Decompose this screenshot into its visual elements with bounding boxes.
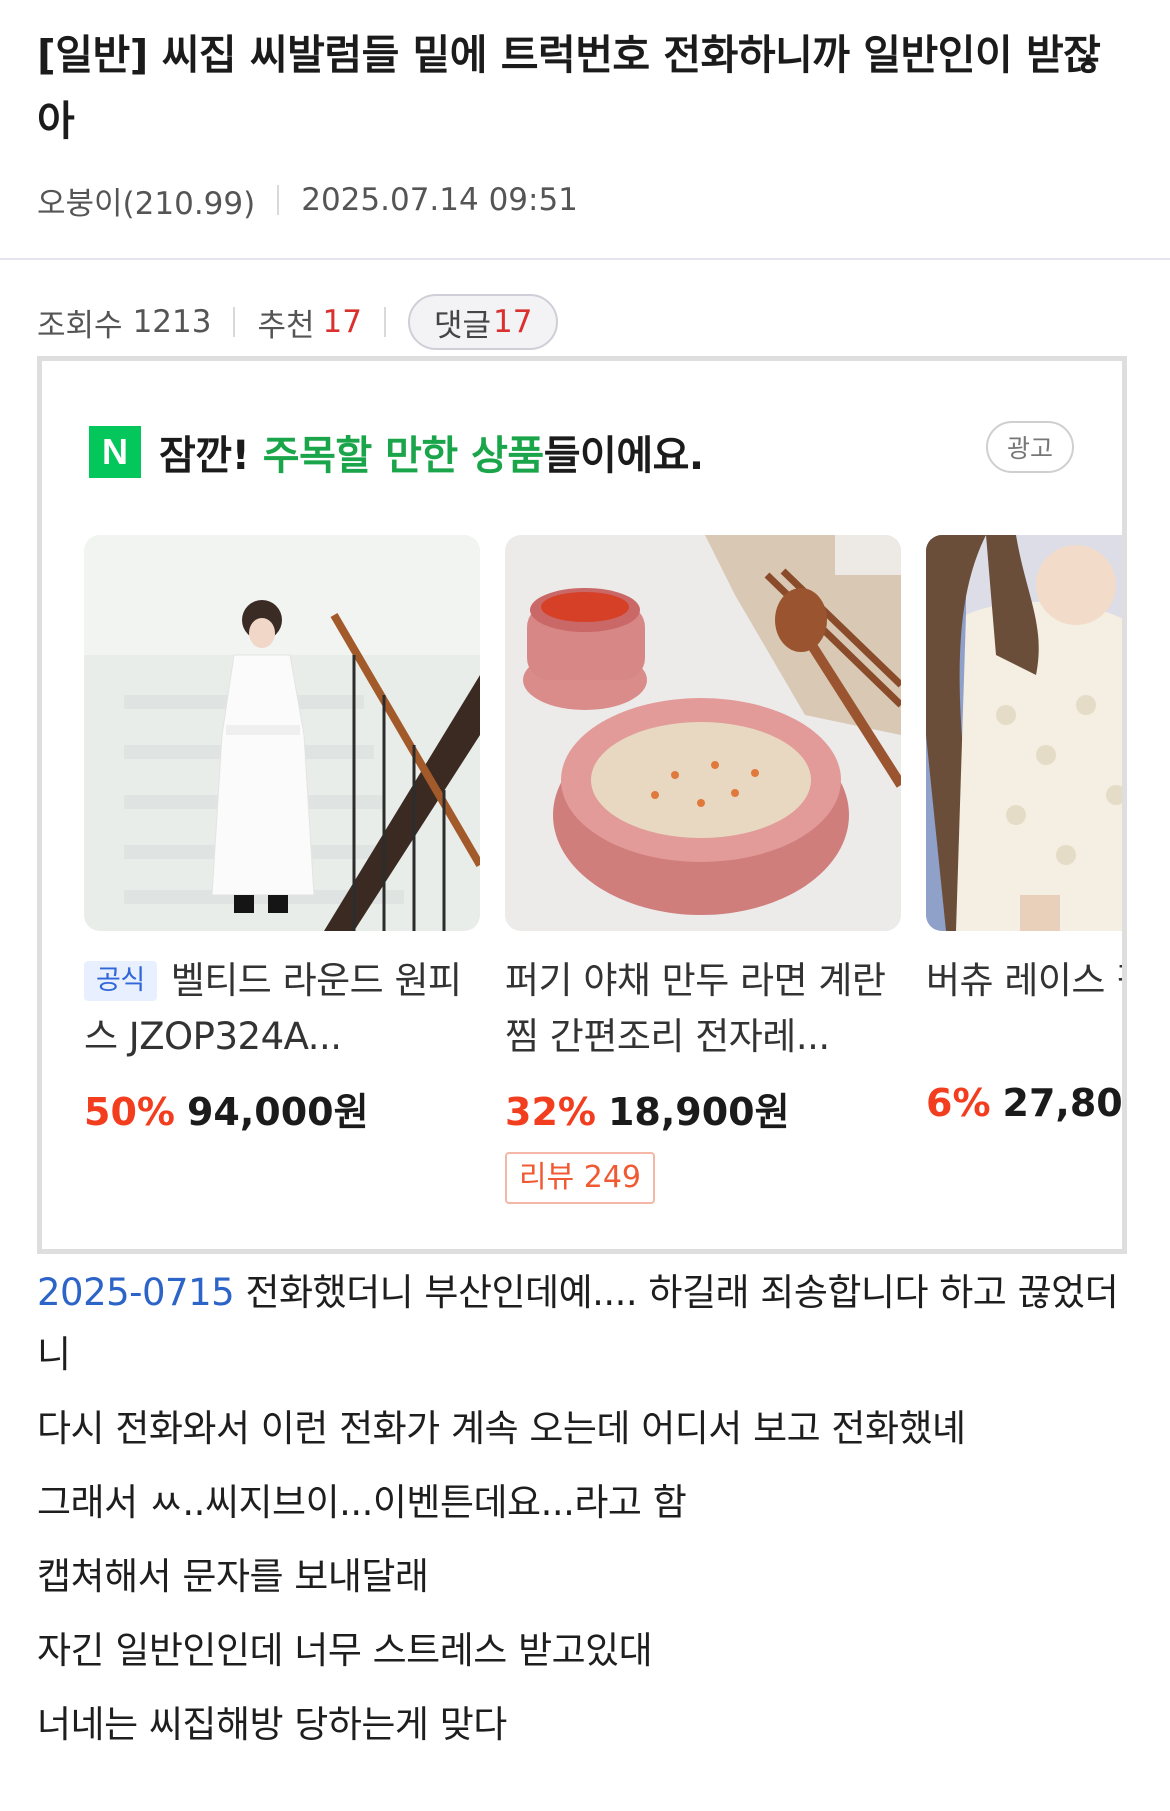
body-line: 너네는 씨집해방 당하는게 맞다 (37, 1703, 507, 1746)
post-header: [일반] 씨집 씨발럼들 밑에 트럭번호 전화하니까 일반인이 받잖아 오붕이(… (0, 0, 1170, 224)
product-image[interactable] (84, 535, 480, 931)
body-line: 자긴 일반인인데 너무 스트레스 받고있대 (37, 1629, 653, 1672)
post-meta: 오붕이(210.99) 2025.07.14 09:51 (37, 176, 1133, 224)
comments-button[interactable]: 댓글 17 (407, 294, 559, 350)
product-price: 27,800 (1002, 1081, 1123, 1125)
stats-divider (233, 307, 236, 337)
product-card[interactable]: 버츄 레이스 핏 후드 시스 6%27,800 (926, 535, 1123, 1125)
author-name[interactable]: 오붕이(210.99) (37, 178, 255, 223)
product-name[interactable]: 퍼기 야채 만두 라면 계란찜 간편조리 전자레... (505, 953, 901, 1065)
recommend-count: 17 (322, 304, 362, 340)
product-price: 94,000원 (186, 1090, 369, 1134)
price-row: 32% 18,900원 (505, 1081, 901, 1136)
recommend-label: 추천 (257, 307, 315, 344)
ad-banner: N 잠깐! 주목할 만한 상품들이에요. 광고 공식 벨티드 라운드 원피스 J… (37, 356, 1127, 1254)
body-line: 다시 전화와서 이런 전화가 계속 오는데 어디서 보고 전화했녜 (37, 1407, 966, 1450)
body-line: 2025-0715 전화했더니 부산인데예.... 하길래 죄송합니다 하고 끊… (37, 1262, 1137, 1386)
ad-heading: N 잠깐! 주목할 만한 상품들이에요. (89, 423, 704, 481)
meta-divider (277, 185, 280, 215)
product-image[interactable] (505, 535, 901, 931)
ad-heading-highlight: 주목할 만한 상품 (262, 433, 544, 479)
product-price: 18,900원 (607, 1090, 790, 1134)
ad-heading-text: 잠깐! 주목할 만한 상품들이에요. (159, 423, 704, 481)
product-card[interactable]: 퍼기 야채 만두 라면 계란찜 간편조리 전자레... 32% 18,900원 리… (505, 535, 901, 1204)
post-title: [일반] 씨집 씨발럼들 밑에 트럭번호 전화하니까 일반인이 받잖아 (37, 31, 1101, 145)
discount-rate: 50% (84, 1090, 175, 1134)
body-line: 캡쳐해서 문자를 보내달래 (37, 1555, 429, 1598)
lace-hoodie-photo-icon (926, 535, 1122, 931)
comments-label: 댓글 (433, 307, 492, 344)
review-badge: 리뷰 249 (505, 1152, 655, 1204)
product-name[interactable]: 공식 벨티드 라운드 원피스 JZOP324A... (84, 953, 480, 1065)
price-row: 6%27,800 (926, 1081, 1123, 1125)
ad-heading-part2: 들이에요. (543, 433, 704, 479)
porridge-bowl-photo-icon (505, 535, 901, 931)
price-row: 50% 94,000원 (84, 1081, 480, 1136)
discount-rate: 6% (926, 1081, 991, 1125)
dress-photo-icon (84, 535, 480, 931)
product-image[interactable] (926, 535, 1122, 931)
comments-count: 17 (493, 304, 533, 340)
naver-logo-icon: N (89, 426, 141, 478)
official-badge: 공식 (84, 961, 157, 1001)
views-label: 조회수 (37, 307, 123, 344)
post-body: 2025-0715 전화했더니 부산인데예.... 하길래 죄송합니다 하고 끊… (37, 1262, 1137, 1756)
discount-rate: 32% (505, 1090, 596, 1134)
stats-divider (383, 307, 386, 337)
body-line: 그래서 ㅆ..씨지브이...이벤튼데요...라고 함 (37, 1481, 687, 1524)
ad-badge[interactable]: 광고 (986, 421, 1074, 473)
product-card[interactable]: 공식 벨티드 라운드 원피스 JZOP324A... 50% 94,000원 (84, 535, 480, 1136)
views-count: 1213 (132, 304, 212, 340)
product-name[interactable]: 버츄 레이스 핏 후드 시스 (926, 953, 1122, 1065)
ad-heading-part1: 잠깐! (159, 433, 263, 479)
post-datetime: 2025.07.14 09:51 (301, 182, 578, 218)
header-divider (0, 258, 1170, 260)
post-stats: 조회수 1213 추천 17 댓글 17 (0, 292, 1170, 352)
body-link[interactable]: 2025-0715 (37, 1271, 235, 1314)
